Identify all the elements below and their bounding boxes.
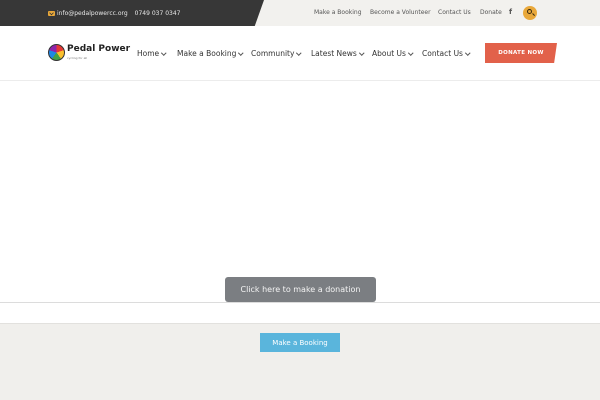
donate-now-button[interactable]: DONATE NOW <box>485 43 557 63</box>
nav-contact-us[interactable]: Contact Us <box>422 49 471 58</box>
make-booking-button[interactable]: Make a Booking <box>260 333 340 352</box>
nav-about-us[interactable]: About Us <box>372 49 414 58</box>
top-link-contact-us[interactable]: Contact Us <box>438 9 471 16</box>
header-divider <box>0 80 600 81</box>
nav-about-us-label: About Us <box>372 49 406 58</box>
chevron-down-icon <box>465 50 471 55</box>
nav-make-booking-label: Make a Booking <box>177 49 237 58</box>
contact-email[interactable]: info@pedalpowercc.org <box>57 10 128 17</box>
site-header: Pedal Power cycling for all Home Make a … <box>0 26 600 80</box>
nav-home[interactable]: Home <box>137 49 167 58</box>
chevron-down-icon <box>296 50 302 55</box>
top-link-donate[interactable]: Donate <box>480 9 502 16</box>
top-bar: info@pedalpowercc.org 0749 037 0347 Make… <box>0 0 600 26</box>
logo-tagline: cycling for all <box>67 56 88 60</box>
content-divider <box>0 302 600 303</box>
mail-icon <box>48 10 55 16</box>
nav-home-label: Home <box>137 49 160 58</box>
logo-name[interactable]: Pedal Power <box>67 44 130 54</box>
facebook-icon[interactable]: f <box>509 8 512 16</box>
chevron-down-icon <box>359 50 365 55</box>
top-link-make-booking[interactable]: Make a Booking <box>314 9 362 16</box>
chevron-down-icon <box>161 50 167 55</box>
contact-info: info@pedalpowercc.org 0749 037 0347 <box>48 0 180 26</box>
nav-latest-news-label: Latest News <box>311 49 357 58</box>
donation-button[interactable]: Click here to make a donation <box>225 277 376 302</box>
chevron-down-icon <box>408 50 414 55</box>
nav-community-label: Community <box>251 49 295 58</box>
logo-icon[interactable] <box>48 44 65 61</box>
nav-latest-news[interactable]: Latest News <box>311 49 365 58</box>
contact-phone[interactable]: 0749 037 0347 <box>135 10 181 17</box>
nav-make-booking[interactable]: Make a Booking <box>177 49 244 58</box>
chevron-down-icon <box>238 50 244 55</box>
nav-community[interactable]: Community <box>251 49 302 58</box>
top-link-become-volunteer[interactable]: Become a Volunteer <box>370 9 431 16</box>
search-button[interactable] <box>523 6 537 20</box>
nav-contact-us-label: Contact Us <box>422 49 463 58</box>
